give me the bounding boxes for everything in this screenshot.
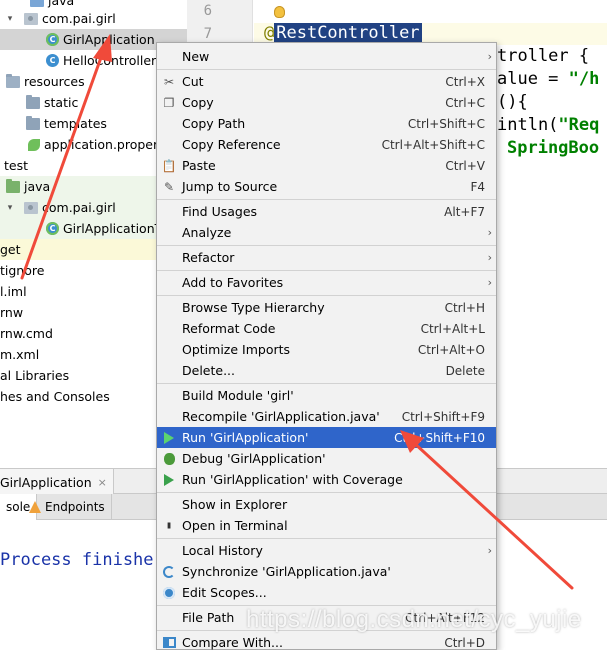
menu-item-open-in-terminal[interactable]: ▮ Open in Terminal: [157, 515, 496, 536]
run-tab[interactable]: GirlApplication ×: [0, 469, 114, 495]
menu-item-reformat-code[interactable]: Reformat Code Ctrl+Alt+L: [157, 318, 496, 339]
context-menu: New › ✂ Cut Ctrl+X ❐ Copy Ctrl+C Copy Pa…: [156, 42, 497, 650]
menu-item-browse-type-hierarchy[interactable]: Browse Type Hierarchy Ctrl+H: [157, 297, 496, 318]
package-icon: [24, 12, 38, 25]
package-icon: [24, 201, 38, 214]
folder-icon: [26, 115, 40, 130]
submenu-arrow-icon: ›: [487, 544, 492, 557]
submenu-arrow-icon: ›: [487, 50, 492, 63]
run-icon: [161, 430, 177, 446]
code-line: (){: [497, 92, 528, 112]
submenu-arrow-icon: ›: [487, 251, 492, 264]
menu-item-show-in-explorer[interactable]: Show in Explorer: [157, 494, 496, 515]
menu-item-refactor[interactable]: Refactor ›: [157, 247, 496, 268]
menu-item-copy-path[interactable]: Copy Path Ctrl+Shift+C: [157, 113, 496, 134]
sync-icon: [161, 564, 177, 580]
menu-item-build-module[interactable]: Build Module 'girl': [157, 385, 496, 406]
menu-separator: [157, 69, 496, 70]
code-line: SpringBoo: [507, 138, 600, 158]
chevron-down-icon[interactable]: ▾: [4, 203, 16, 213]
coverage-icon: [161, 472, 177, 488]
menu-separator: [157, 295, 496, 296]
menu-item-copy-reference[interactable]: Copy Reference Ctrl+Alt+Shift+C: [157, 134, 496, 155]
menu-item-debug[interactable]: Debug 'GirlApplication': [157, 448, 496, 469]
menu-item-synchronize[interactable]: Synchronize 'GirlApplication.java': [157, 561, 496, 582]
watermark: https://blog.csdn.net/cyc_yujie: [246, 606, 582, 633]
menu-item-paste[interactable]: 📋 Paste Ctrl+V: [157, 155, 496, 176]
debug-icon: [161, 451, 177, 467]
menu-item-run-with-coverage[interactable]: Run 'GirlApplication' with Coverage: [157, 469, 496, 490]
menu-item-run[interactable]: Run 'GirlApplication' Ctrl+Shift+F10: [157, 427, 496, 448]
resources-folder-icon: [6, 73, 20, 88]
menu-item-optimize-imports[interactable]: Optimize Imports Ctrl+Alt+O: [157, 339, 496, 360]
terminal-icon: ▮: [165, 520, 173, 531]
code-line: troller {: [497, 46, 590, 66]
line-number: 6: [203, 3, 212, 19]
compare-icon: [161, 635, 177, 650]
folder-icon: [26, 94, 40, 109]
menu-separator: [157, 245, 496, 246]
menu-separator: [157, 199, 496, 200]
code-line: alue = "/h: [497, 69, 600, 89]
annotation-at: @: [264, 23, 275, 43]
code-line: intln("Req: [497, 115, 600, 135]
menu-separator: [157, 492, 496, 493]
spring-leaf-icon: [28, 138, 40, 151]
menu-item-new[interactable]: New ›: [157, 46, 496, 67]
editor-gutter: 6 7: [187, 0, 253, 46]
menu-item-compare-with[interactable]: Compare With... Ctrl+D: [157, 632, 496, 650]
menu-separator: [157, 538, 496, 539]
tree-item-package[interactable]: ▾ com.pai.girl: [0, 8, 187, 29]
chevron-down-icon[interactable]: ▾: [4, 14, 16, 24]
edit-icon: ✎: [163, 179, 175, 194]
menu-separator: [157, 383, 496, 384]
menu-item-recompile[interactable]: Recompile 'GirlApplication.java' Ctrl+Sh…: [157, 406, 496, 427]
class-icon: C: [46, 54, 59, 67]
menu-item-jump-to-source[interactable]: ✎ Jump to Source F4: [157, 176, 496, 197]
test-folder-icon: [6, 178, 20, 193]
copy-icon: ❐: [163, 95, 175, 110]
spring-class-icon: C: [46, 33, 59, 46]
menu-item-delete[interactable]: Delete... Delete: [157, 360, 496, 381]
menu-item-local-history[interactable]: Local History ›: [157, 540, 496, 561]
close-icon[interactable]: ×: [98, 476, 107, 489]
menu-item-cut[interactable]: ✂ Cut Ctrl+X: [157, 71, 496, 92]
menu-item-add-to-favorites[interactable]: Add to Favorites ›: [157, 272, 496, 293]
menu-item-edit-scopes[interactable]: Edit Scopes...: [157, 582, 496, 603]
paste-icon: 📋: [161, 158, 177, 173]
menu-separator: [157, 270, 496, 271]
annotation-line: @ RestController: [264, 23, 422, 43]
console-text: Process finishe: [0, 550, 154, 570]
submenu-arrow-icon: ›: [487, 226, 492, 239]
selected-annotation: RestController: [274, 23, 422, 43]
scopes-icon: [161, 585, 177, 601]
submenu-arrow-icon: ›: [487, 276, 492, 289]
menu-item-copy[interactable]: ❐ Copy Ctrl+C: [157, 92, 496, 113]
folder-icon: [30, 0, 44, 7]
menu-item-find-usages[interactable]: Find Usages Alt+F7: [157, 201, 496, 222]
spring-class-icon: C: [46, 222, 59, 235]
endpoints-icon: [29, 501, 41, 513]
line-number: 7: [203, 26, 212, 42]
lightbulb-icon[interactable]: [274, 6, 285, 18]
menu-item-analyze[interactable]: Analyze ›: [157, 222, 496, 243]
cut-icon: ✂: [163, 74, 175, 89]
tab-endpoints[interactable]: Endpoints: [23, 494, 112, 520]
